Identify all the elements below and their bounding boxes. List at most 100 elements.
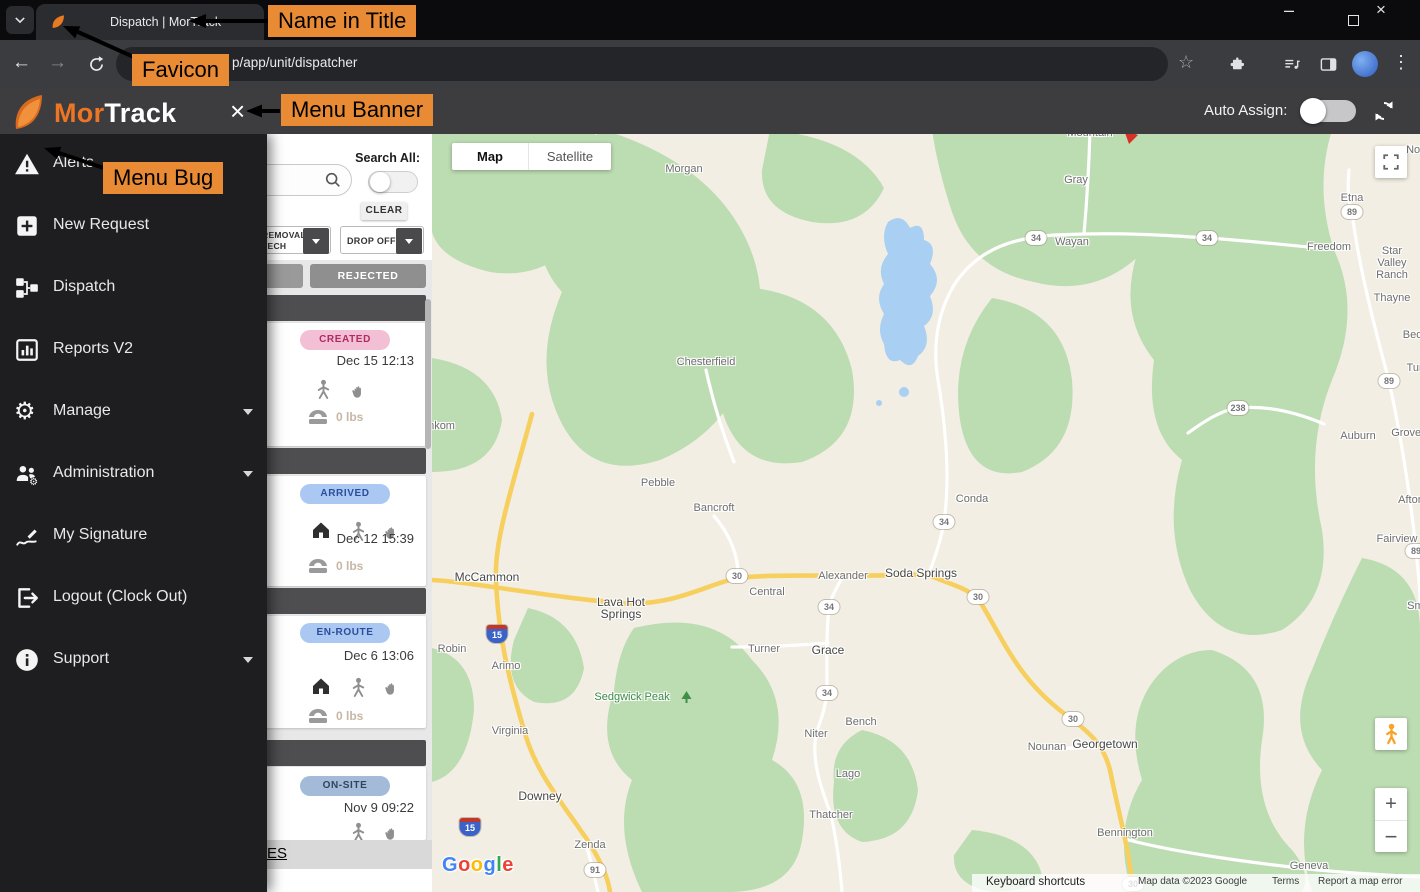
- annotation-favicon: Favicon: [132, 54, 230, 86]
- sidebar-item-administration[interactable]: ⚙ Administration: [0, 458, 267, 498]
- walking-person-icon: [314, 379, 333, 405]
- side-panel-icon[interactable]: [1316, 52, 1340, 76]
- map-label: Thatcher: [809, 809, 853, 821]
- google-logo-letter: e: [502, 854, 514, 876]
- menu-close-icon[interactable]: ×: [230, 96, 245, 127]
- terms-link[interactable]: Terms: [1272, 876, 1299, 887]
- google-logo-letter: g: [483, 854, 497, 876]
- reload-icon: [89, 55, 103, 71]
- people-gear-icon: ⚙: [14, 461, 40, 488]
- reload-button[interactable]: [84, 52, 108, 76]
- back-button[interactable]: ←: [12, 52, 36, 76]
- route-shield: 91: [584, 863, 606, 877]
- tab-search-button[interactable]: [6, 6, 34, 34]
- browser-tab[interactable]: Dispatch | MorTrack ×: [36, 4, 287, 40]
- toggle-knob: [1300, 98, 1326, 124]
- chevron-down-icon: [243, 657, 253, 663]
- map-label: Bench: [845, 716, 877, 728]
- sidebar-item-label: Dispatch: [53, 278, 116, 295]
- search-icon: [324, 171, 342, 194]
- sidebar-item-manage[interactable]: ⚙ Manage: [0, 396, 267, 436]
- profile-avatar[interactable]: [1352, 51, 1378, 77]
- map-label: Gray: [1064, 174, 1088, 186]
- map-label: Nounan: [1027, 741, 1067, 753]
- map-label: Bennington: [1097, 827, 1153, 839]
- map-label: Thayne: [1373, 292, 1411, 304]
- map-label: McCammon: [454, 570, 520, 584]
- map-label: Geneva: [1289, 860, 1329, 872]
- google-logo[interactable]: Google: [442, 854, 514, 877]
- report-map-error-link[interactable]: Report a map error: [1318, 876, 1402, 887]
- window-close-button[interactable]: ×: [1376, 0, 1420, 40]
- drop-off-filter[interactable]: DROP OFF: [340, 226, 424, 254]
- map-type-satellite-button[interactable]: Satellite: [528, 143, 611, 170]
- card-datetime: Dec 6 13:06: [343, 648, 414, 663]
- maximize-icon: [1347, 14, 1359, 26]
- kebab-menu-icon[interactable]: ⋮: [1392, 52, 1416, 76]
- sidebar-item-label: Support: [53, 650, 110, 667]
- status-badge: EN-ROUTE: [300, 623, 390, 643]
- window-maximize-button[interactable]: [1330, 0, 1376, 40]
- zoom-in-button[interactable]: +: [1375, 788, 1407, 820]
- window-minimize-button[interactable]: –: [1284, 0, 1330, 40]
- sidebar-item-support[interactable]: Support: [0, 644, 267, 684]
- sidebar-item-label: Logout (Clock Out): [53, 588, 188, 605]
- map-label: Turner: [748, 643, 780, 655]
- forward-button[interactable]: →: [48, 52, 72, 76]
- map-label: Soda Springs: [884, 566, 958, 580]
- card-datetime: Dec 15 12:13: [336, 353, 414, 368]
- map-canvas[interactable]: MorganGrayMountainNordicEtnaFreedomStar …: [432, 130, 1420, 892]
- panel-scrollbar[interactable]: [425, 299, 431, 449]
- map-label: Wayan: [1055, 236, 1089, 248]
- walking-person-icon: [349, 822, 368, 840]
- pegman-control[interactable]: [1375, 718, 1407, 750]
- bookmark-star-icon[interactable]: ☆: [1178, 52, 1202, 76]
- removal-tech-caret-button[interactable]: [303, 228, 329, 254]
- media-queue-icon[interactable]: [1280, 52, 1304, 76]
- fullscreen-icon: [1383, 154, 1399, 170]
- map-type-control: Map Satellite: [452, 143, 611, 170]
- scale-icon: [306, 407, 330, 432]
- sidebar-item-new-request[interactable]: New Request: [0, 210, 267, 250]
- clear-button[interactable]: CLEAR: [361, 202, 407, 220]
- nav-drawer: Alerts New Request Dispatch Reports V2 ⚙…: [0, 134, 267, 892]
- card-datetime: Nov 9 09:22: [343, 800, 414, 815]
- route-shield: 34: [1196, 231, 1218, 245]
- zoom-out-button[interactable]: −: [1375, 820, 1407, 852]
- map-label: Alexander: [818, 570, 868, 582]
- map-label: Etna: [1340, 192, 1364, 204]
- map-label: Star Valley Ranch: [1376, 245, 1408, 281]
- favicon-leaf-icon: [50, 14, 66, 35]
- info-icon: [14, 647, 40, 673]
- extensions-puzzle-icon[interactable]: [1226, 52, 1250, 76]
- status-badge: ARRIVED: [300, 484, 390, 504]
- signature-pen-icon: [14, 523, 40, 549]
- route-shield: 238: [1227, 401, 1249, 415]
- route-shield: 30: [726, 569, 748, 583]
- keyboard-shortcuts-button[interactable]: Keyboard shortcuts: [986, 876, 1085, 888]
- pegman-icon: [1385, 723, 1397, 745]
- url-text: p/app/unit/dispatcher: [232, 55, 358, 70]
- fullscreen-button[interactable]: [1375, 146, 1407, 178]
- sidebar-item-my-signature[interactable]: My Signature: [0, 520, 267, 560]
- drop-off-caret-button[interactable]: [396, 228, 422, 254]
- annotation-name-in-title: Name in Title: [268, 5, 417, 37]
- status-tab-rejected[interactable]: REJECTED: [310, 264, 426, 288]
- svg-text:⚙: ⚙: [29, 477, 38, 487]
- search-all-toggle[interactable]: [368, 171, 418, 193]
- map-label: Freedom: [1306, 241, 1352, 253]
- refresh-icon[interactable]: [1372, 99, 1396, 128]
- route-shield: 34: [1025, 231, 1047, 245]
- sidebar-item-logout[interactable]: Logout (Clock Out): [0, 582, 267, 622]
- chevron-down-icon: [405, 238, 413, 244]
- home-icon: [311, 520, 331, 545]
- tab-title: Dispatch | MorTrack: [110, 15, 222, 29]
- map-type-map-button[interactable]: Map: [452, 143, 528, 170]
- auto-assign-toggle[interactable]: [1300, 98, 1356, 124]
- sidebar-item-label: Reports V2: [53, 340, 134, 357]
- map-label: Morgan: [665, 163, 703, 175]
- map-label: Chesterfield: [676, 356, 736, 368]
- route-shield: 34: [816, 686, 838, 700]
- sidebar-item-reports-v2[interactable]: Reports V2: [0, 334, 267, 374]
- sidebar-item-dispatch[interactable]: Dispatch: [0, 272, 267, 312]
